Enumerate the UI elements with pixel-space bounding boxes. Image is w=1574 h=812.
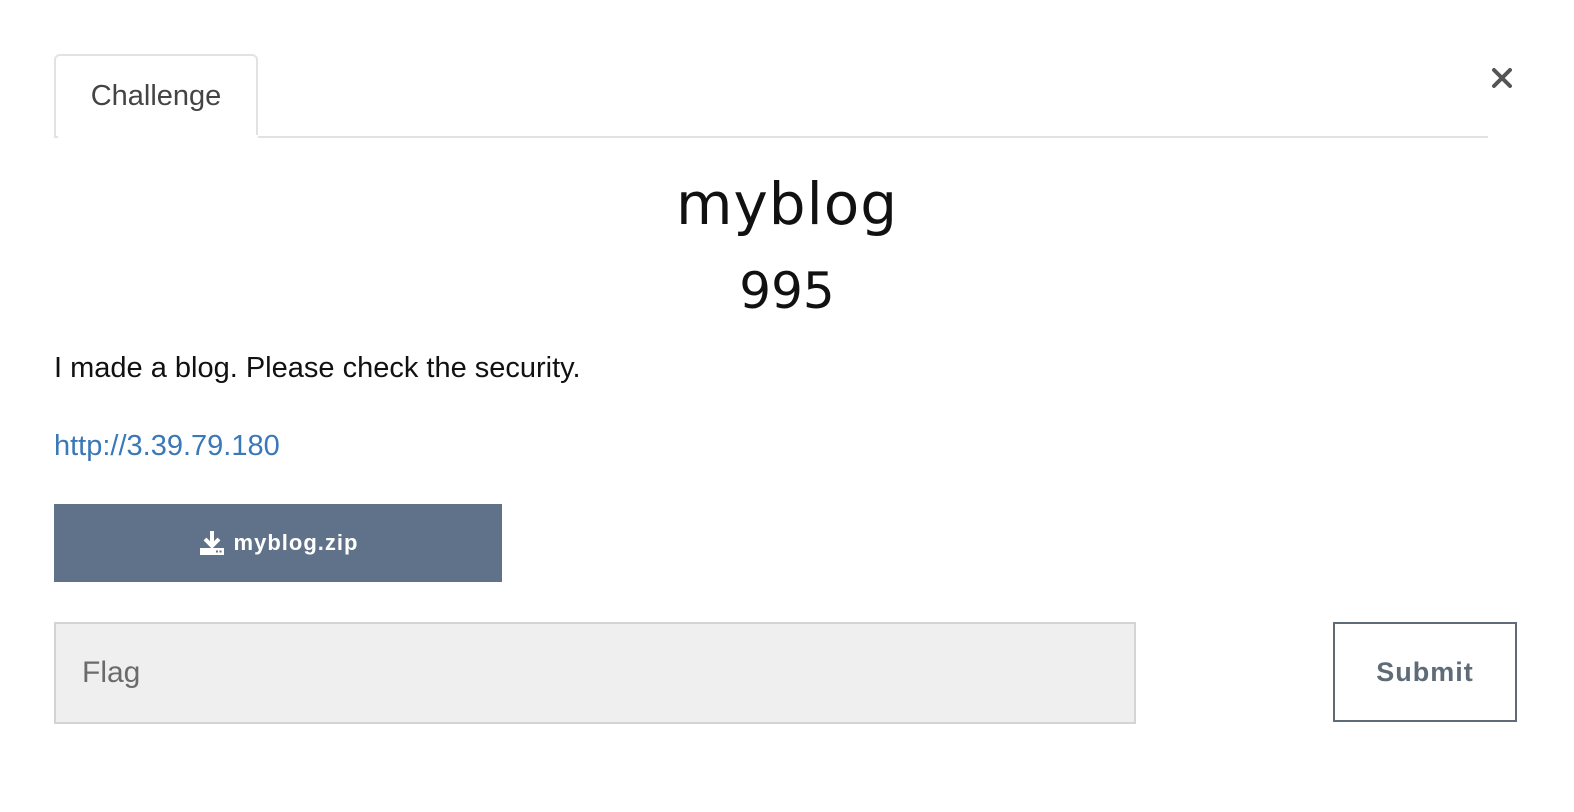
download-file-label: myblog.zip: [233, 530, 359, 555]
flag-input[interactable]: [54, 622, 1136, 724]
challenge-modal: Challenge myblog 995 I made a blog. Plea…: [0, 0, 1574, 812]
download-file-button[interactable]: myblog.zip: [54, 504, 502, 582]
close-button[interactable]: [1482, 58, 1522, 98]
challenge-link[interactable]: http://3.39.79.180: [54, 430, 280, 463]
tab-bar: Challenge: [54, 54, 1488, 138]
tab-active-indicator: [58, 135, 258, 138]
challenge-title: myblog: [675, 170, 899, 238]
tab-challenge-label: Challenge: [90, 79, 222, 112]
submit-button[interactable]: Submit: [1333, 622, 1517, 722]
challenge-description: I made a blog. Please check the security…: [54, 352, 581, 384]
challenge-points: 995: [739, 262, 835, 320]
tab-challenge[interactable]: Challenge: [54, 54, 258, 138]
close-icon: [1492, 68, 1512, 88]
download-icon: [199, 531, 224, 555]
